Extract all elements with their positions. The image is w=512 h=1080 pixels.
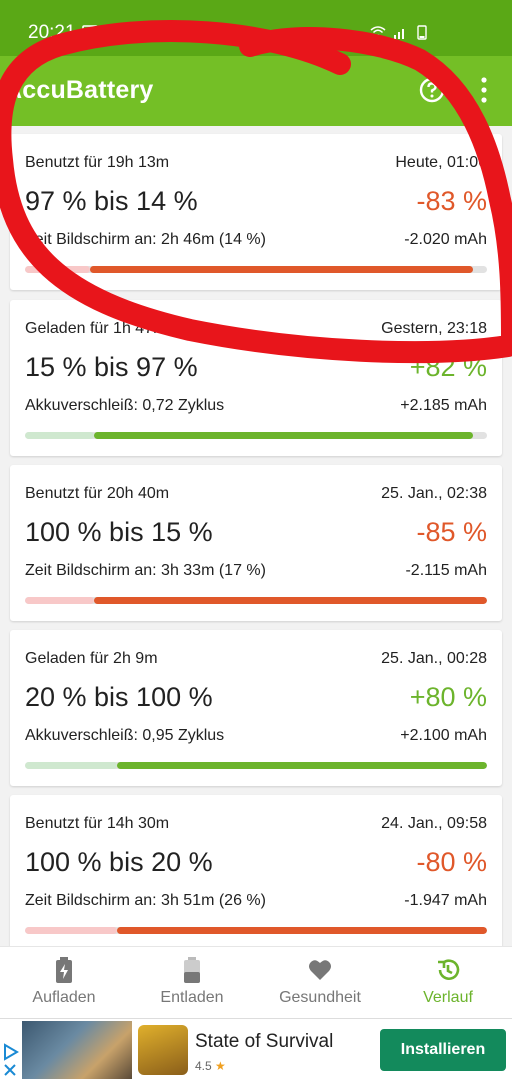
overflow-menu-icon[interactable] — [474, 74, 494, 106]
session-date: Gestern, 23:18 — [381, 320, 487, 337]
ad-image[interactable] — [22, 1021, 132, 1079]
session-mah: -2.115 mAh — [405, 562, 487, 579]
session-date: Heute, 01:06 — [395, 154, 487, 171]
app-title: AccuBattery — [4, 76, 154, 104]
app-bar: AccuBattery — [0, 56, 512, 126]
ad-banner[interactable]: State of Survival 4.5 ★ Installieren — [0, 1018, 512, 1080]
bottom-navigation: Aufladen Entladen Gesundheit Verlauf — [0, 946, 512, 1018]
battery-charging-icon — [56, 957, 72, 983]
session-info: Akkuverschleiß: 0,72 Zyklus — [25, 397, 225, 414]
close-icon[interactable] — [3, 1063, 17, 1077]
status-bar: 20:21 — [0, 0, 512, 56]
battery-icon — [184, 957, 200, 983]
session-range: 20 % bis 100 % — [25, 682, 213, 712]
session-level-start — [25, 762, 118, 769]
session-mah: +2.100 mAh — [400, 727, 487, 744]
session-level-fill — [117, 762, 487, 769]
signal-icon — [394, 29, 404, 39]
session-range: 100 % bis 20 % — [25, 847, 213, 877]
session-card[interactable]: Benutzt für 19h 13m Heute, 01:06 97 % bi… — [10, 134, 502, 290]
session-duration: Benutzt für 20h 40m — [25, 485, 170, 502]
status-icons-left — [82, 24, 122, 40]
session-change: -83 % — [416, 186, 487, 216]
session-card[interactable]: Benutzt für 14h 30m 24. Jan., 09:58 100 … — [10, 795, 502, 946]
session-range: 97 % bis 14 % — [25, 186, 198, 216]
ad-title[interactable]: State of Survival — [195, 1031, 333, 1053]
session-change: +80 % — [409, 682, 487, 712]
nav-label: Entladen — [160, 989, 224, 1006]
session-level-bar — [25, 927, 487, 934]
ad-choices-icon[interactable] — [2, 1043, 20, 1061]
help-icon[interactable] — [418, 76, 446, 104]
session-level-start — [25, 927, 118, 934]
session-level-fill — [117, 927, 487, 934]
session-date: 25. Jan., 02:38 — [381, 485, 487, 502]
session-card[interactable]: Geladen für 2h 9m 25. Jan., 00:28 20 % b… — [10, 630, 502, 786]
session-mah: +2.185 mAh — [400, 397, 487, 414]
session-info: Zeit Bildschirm an: 2h 46m (14 %) — [25, 231, 266, 248]
nav-item-gesundheit[interactable]: Gesundheit — [256, 947, 384, 1019]
nav-item-entladen[interactable]: Entladen — [128, 947, 256, 1019]
ad-app-icon[interactable] — [138, 1025, 188, 1075]
session-level-fill — [94, 597, 487, 604]
nav-label: Gesundheit — [279, 989, 361, 1006]
ad-rating: 4.5 ★ — [195, 1059, 226, 1073]
nav-label: Verlauf — [423, 989, 473, 1006]
session-level-bar — [25, 432, 487, 439]
session-date: 25. Jan., 00:28 — [381, 650, 487, 667]
session-change: +82 % — [409, 352, 487, 382]
session-duration: Benutzt für 19h 13m — [25, 154, 170, 171]
session-date: 24. Jan., 09:58 — [381, 815, 487, 832]
session-level-bar — [25, 762, 487, 769]
session-info: Zeit Bildschirm an: 3h 33m (17 %) — [25, 562, 266, 579]
nav-item-verlauf[interactable]: Verlauf — [384, 947, 512, 1019]
status-icons-right — [370, 24, 430, 40]
session-info: Akkuverschleiß: 0,95 Zyklus — [25, 727, 225, 744]
status-time: 20:21 — [28, 22, 76, 43]
session-duration: Geladen für 1h 47m — [25, 320, 167, 337]
session-duration: Benutzt für 14h 30m — [25, 815, 170, 832]
session-level-fill — [89, 266, 474, 273]
session-range: 100 % bis 15 % — [25, 517, 213, 547]
session-range: 15 % bis 97 % — [25, 352, 198, 382]
install-button[interactable]: Installieren — [380, 1029, 506, 1071]
battery-status-icon — [417, 25, 427, 40]
sync-notification-icon — [107, 25, 121, 39]
wifi-icon — [370, 26, 386, 38]
session-level-bar — [25, 597, 487, 604]
session-list[interactable]: Benutzt für 19h 13m Heute, 01:06 97 % bi… — [0, 126, 512, 946]
session-mah: -1.947 mAh — [404, 892, 487, 909]
session-duration: Geladen für 2h 9m — [25, 650, 158, 667]
ad-rating-value: 4.5 — [195, 1059, 212, 1073]
session-card[interactable]: Benutzt für 20h 40m 25. Jan., 02:38 100 … — [10, 465, 502, 621]
session-level-start — [25, 432, 95, 439]
star-icon: ★ — [215, 1059, 226, 1073]
session-card[interactable]: Geladen für 1h 47m Gestern, 23:18 15 % b… — [10, 300, 502, 456]
history-icon — [438, 959, 460, 980]
session-change: -85 % — [416, 517, 487, 547]
nav-label: Aufladen — [32, 989, 96, 1006]
image-notification-icon — [82, 25, 98, 39]
heart-icon — [309, 960, 331, 980]
session-level-fill — [94, 432, 474, 439]
session-info: Zeit Bildschirm an: 3h 51m (26 %) — [25, 892, 266, 909]
session-change: -80 % — [416, 847, 487, 877]
session-level-start — [25, 266, 90, 273]
session-level-start — [25, 597, 95, 604]
session-level-bar — [25, 266, 487, 273]
nav-item-aufladen[interactable]: Aufladen — [0, 947, 128, 1019]
session-mah: -2.020 mAh — [404, 231, 487, 248]
